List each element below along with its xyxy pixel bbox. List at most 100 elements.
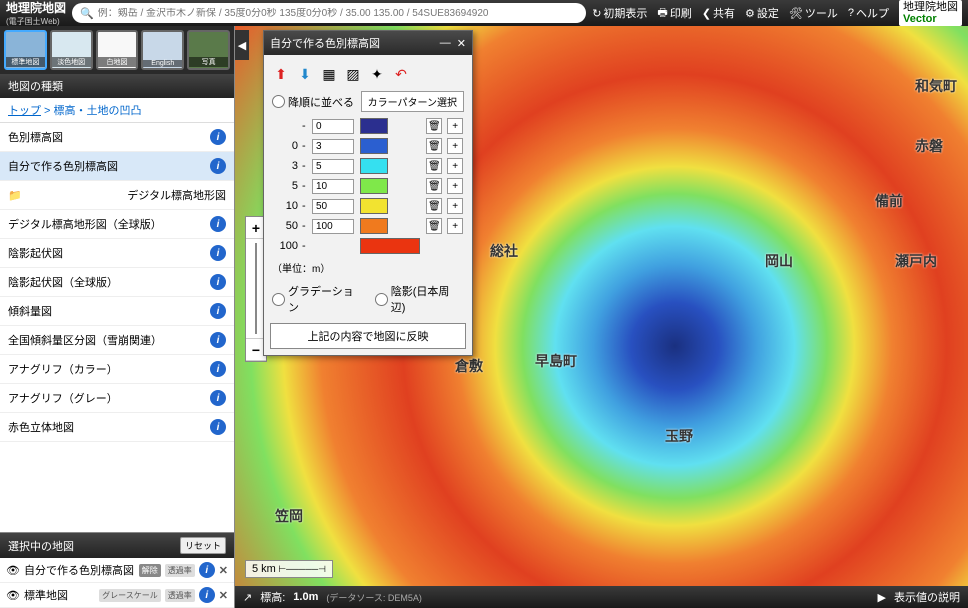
info-icon[interactable]: i [210, 216, 226, 232]
elev-row-3: 5-🗑+ [270, 176, 466, 196]
add-row-button[interactable]: + [447, 218, 463, 234]
visibility-icon[interactable]: 👁 [6, 589, 20, 602]
settings-button[interactable]: ⚙設定 [745, 5, 779, 21]
action-btn-1[interactable]: 解除 [139, 564, 161, 577]
cube-remove-icon[interactable]: ▨ [344, 65, 362, 83]
layer-item-8[interactable]: アナグリフ（カラー）i [0, 355, 234, 384]
unit-label: （単位：m） [270, 256, 466, 279]
collapse-sidebar-button[interactable]: ◀ [235, 30, 249, 60]
minimize-icon[interactable]: — [440, 37, 451, 50]
color-swatch[interactable] [360, 138, 388, 154]
close-icon[interactable]: ✕ [457, 37, 466, 50]
top-tools: ↻初期表示 🖶印刷 ❮共有 ⚙設定 🛠ツール ?ヘルプ 地理院地図Vector [592, 0, 962, 26]
add-row-button[interactable]: + [447, 178, 463, 194]
layer-item-6[interactable]: 傾斜量図i [0, 297, 234, 326]
color-swatch[interactable] [360, 238, 420, 254]
color-pattern-button[interactable]: カラーパターン選択 [361, 91, 464, 112]
layer-item-0[interactable]: 色別標高図i [0, 123, 234, 152]
info-icon[interactable]: i [210, 129, 226, 145]
elev-input[interactable] [312, 179, 354, 194]
add-row-button[interactable]: + [447, 158, 463, 174]
search-box[interactable]: 🔍 [72, 3, 586, 23]
apply-button[interactable]: 上記の内容で地図に反映 [270, 323, 466, 349]
opacity-btn[interactable]: 透過率 [165, 564, 195, 577]
info-icon[interactable]: i [210, 303, 226, 319]
shadow-radio[interactable]: 陰影(日本周辺) [375, 283, 464, 315]
delete-row-button[interactable]: 🗑 [426, 158, 442, 174]
visibility-icon[interactable]: 👁 [6, 564, 20, 577]
delete-row-button[interactable]: 🗑 [426, 178, 442, 194]
color-swatch[interactable] [360, 218, 388, 234]
basemap-2[interactable]: 白地図 [96, 30, 139, 70]
info-icon[interactable]: i [210, 390, 226, 406]
color-swatch[interactable] [360, 198, 388, 214]
map-place-label: 瀬戸内 [895, 251, 937, 271]
color-swatch[interactable] [360, 118, 388, 134]
info-icon[interactable]: i [210, 245, 226, 261]
color-swatch[interactable] [360, 178, 388, 194]
info-icon[interactable]: i [210, 332, 226, 348]
reset-button[interactable]: リセット [180, 537, 226, 554]
legend-link[interactable]: 表示値の説明 [894, 589, 960, 605]
layer-item-5[interactable]: 陰影起伏図（全球版）i [0, 268, 234, 297]
cube-add-icon[interactable]: ▦ [320, 65, 338, 83]
delete-row-button[interactable]: 🗑 [426, 138, 442, 154]
upload-icon[interactable]: ⬆ [272, 65, 290, 83]
vector-button[interactable]: 地理院地図Vector [899, 0, 962, 26]
delete-row-button[interactable]: 🗑 [426, 218, 442, 234]
info-icon[interactable]: i [210, 419, 226, 435]
tool-button[interactable]: 🛠ツール [789, 5, 838, 21]
sort-desc-radio[interactable]: 降順に並べる [272, 94, 354, 110]
breadcrumb-top[interactable]: トップ [8, 105, 41, 117]
layer-item-7[interactable]: 全国傾斜量区分図（雪崩関連）i [0, 326, 234, 355]
remove-icon[interactable]: ✕ [219, 589, 228, 602]
info-icon[interactable]: i [210, 158, 226, 174]
delete-row-button[interactable]: 🗑 [426, 118, 442, 134]
layer-item-3[interactable]: デジタル標高地形図（全球版）i [0, 210, 234, 239]
top-bar: 地理院地図 (電子国土Web) 🔍 ↻初期表示 🖶印刷 ❮共有 ⚙設定 🛠ツール… [0, 0, 968, 26]
panel-header[interactable]: 自分で作る色別標高図 — ✕ [264, 31, 472, 55]
breadcrumb: トップ > 標高・土地の凹凸 [0, 98, 234, 123]
share-button[interactable]: ❮共有 [702, 5, 735, 21]
reset-icon: ↻ [592, 7, 601, 20]
layer-item-1[interactable]: 自分で作る色別標高図i [0, 152, 234, 181]
crosshair-icon[interactable]: ↗ [243, 591, 252, 604]
map-place-label: 早島町 [535, 351, 577, 371]
search-input[interactable] [98, 8, 578, 19]
color-swatch[interactable] [360, 158, 388, 174]
info-icon[interactable]: i [210, 361, 226, 377]
info-icon[interactable]: i [210, 274, 226, 290]
elev-input[interactable] [312, 219, 354, 234]
map-place-label: 笠岡 [275, 506, 303, 526]
help-button[interactable]: ?ヘルプ [848, 5, 889, 21]
delete-row-button[interactable]: 🗑 [426, 198, 442, 214]
layer-item-2[interactable]: デジタル標高地形図 [0, 181, 234, 210]
info-icon[interactable]: i [199, 587, 215, 603]
basemap-0[interactable]: 標準地図 [4, 30, 47, 70]
elev-input[interactable] [312, 139, 354, 154]
layer-item-4[interactable]: 陰影起伏図i [0, 239, 234, 268]
basemap-1[interactable]: 淡色地図 [50, 30, 93, 70]
add-row-button[interactable]: + [447, 198, 463, 214]
undo-icon[interactable]: ↶ [392, 65, 410, 83]
info-icon[interactable]: i [199, 562, 215, 578]
download-icon[interactable]: ⬇ [296, 65, 314, 83]
add-row-button[interactable]: + [447, 138, 463, 154]
reset-view-button[interactable]: ↻初期表示 [592, 5, 647, 21]
layer-item-10[interactable]: 赤色立体地図i [0, 413, 234, 442]
remove-icon[interactable]: ✕ [219, 564, 228, 577]
elev-input[interactable] [312, 159, 354, 174]
basemap-3[interactable]: English [141, 30, 184, 70]
elev-input[interactable] [312, 199, 354, 214]
basemap-4[interactable]: 写真 [187, 30, 230, 70]
wand-icon[interactable]: ✦ [368, 65, 386, 83]
elev-input[interactable] [312, 119, 354, 134]
gradation-radio[interactable]: グラデーション [272, 283, 365, 315]
action-btn-1[interactable]: グレースケール [99, 589, 161, 602]
selected-item-1: 👁標準地図グレースケール透過率i✕ [0, 583, 234, 608]
map-area[interactable]: 和気町赤磐備前総社岡山瀬戸内早島町倉敷玉野笠岡 ◀ 自分で作る色別標高図 — ✕… [235, 26, 968, 608]
print-button[interactable]: 🖶印刷 [657, 4, 691, 23]
add-row-button[interactable]: + [447, 118, 463, 134]
layer-item-9[interactable]: アナグリフ（グレー）i [0, 384, 234, 413]
opacity-btn[interactable]: 透過率 [165, 589, 195, 602]
